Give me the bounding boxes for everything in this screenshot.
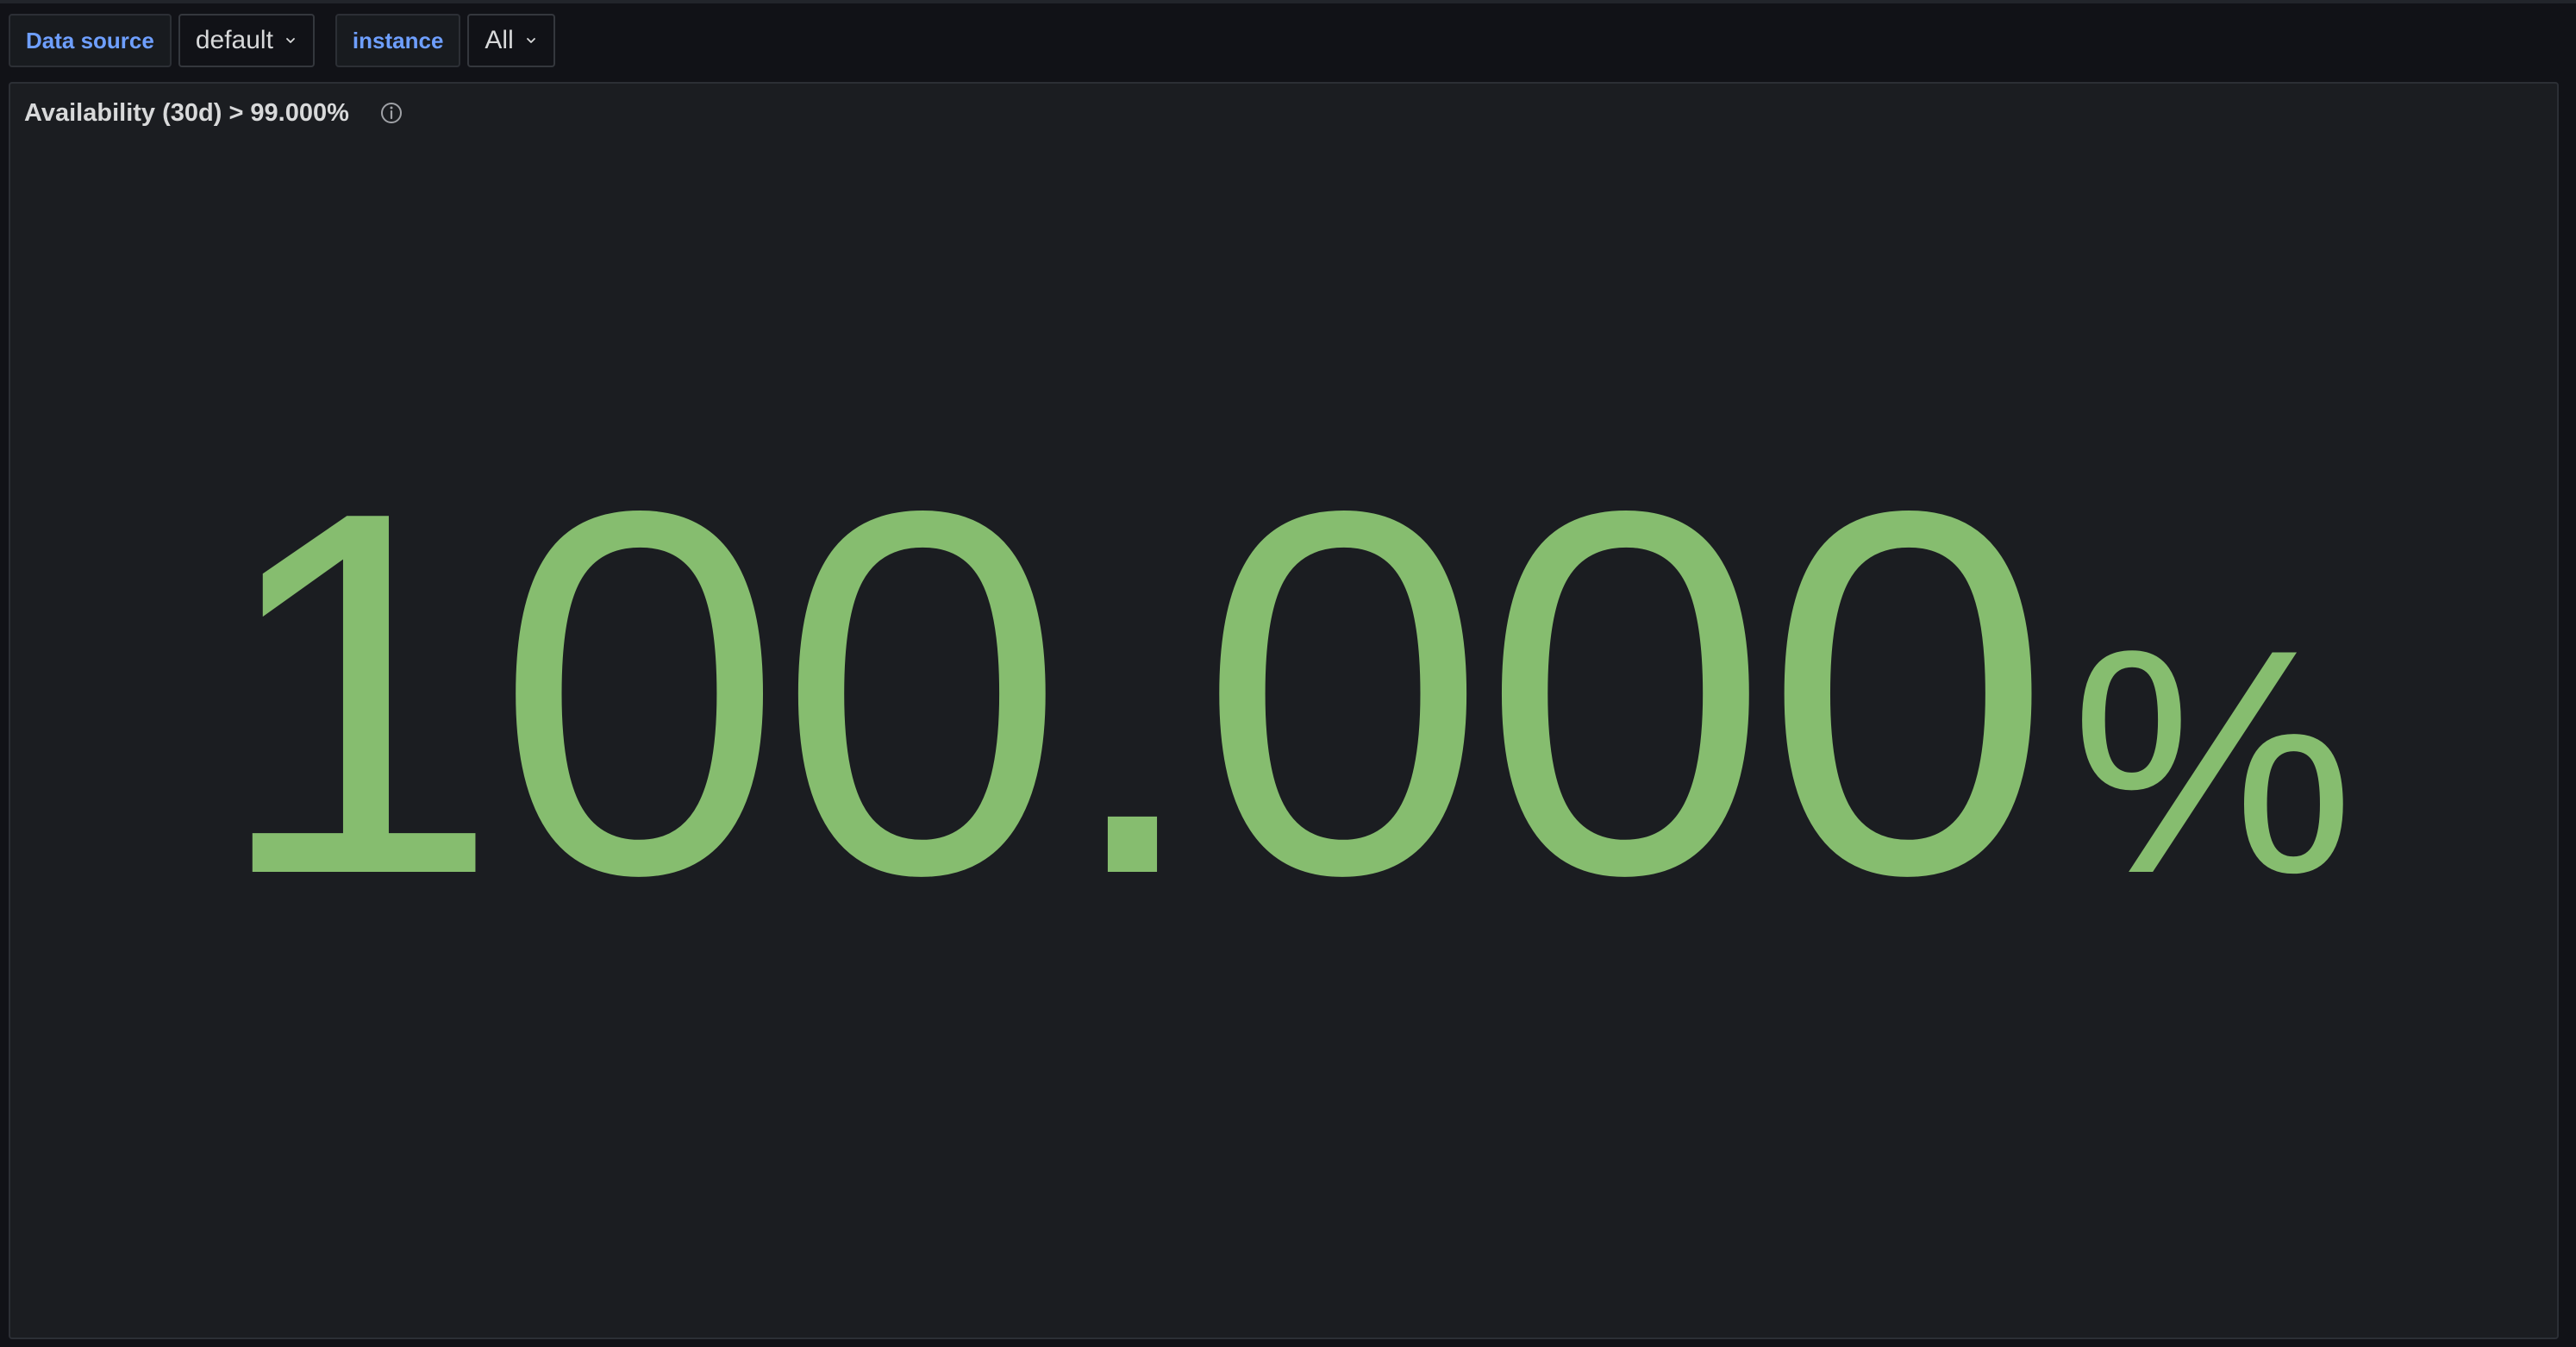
variable-instance: instance All bbox=[335, 14, 555, 67]
datasource-select-value: default bbox=[195, 26, 273, 54]
instance-select[interactable]: All bbox=[467, 14, 555, 67]
stat-value: 100.000 bbox=[213, 404, 2052, 982]
instance-select-value: All bbox=[485, 26, 514, 54]
chevron-down-icon bbox=[286, 38, 295, 43]
variable-label-datasource: Data source bbox=[9, 14, 172, 67]
stat-panel[interactable]: Availability (30d) > 99.000% 100.000 % bbox=[9, 82, 2559, 1339]
stat-display: 100.000 % bbox=[213, 435, 2354, 952]
chevron-down-icon bbox=[526, 38, 535, 43]
variable-label-instance: instance bbox=[335, 14, 461, 67]
stat-area: 100.000 % bbox=[10, 84, 2557, 1338]
variable-datasource: Data source default bbox=[9, 14, 315, 67]
top-border bbox=[0, 0, 2576, 3]
datasource-select[interactable]: default bbox=[178, 14, 315, 67]
variables-bar: Data source default instance All bbox=[9, 14, 576, 67]
stat-unit: % bbox=[2070, 584, 2354, 940]
